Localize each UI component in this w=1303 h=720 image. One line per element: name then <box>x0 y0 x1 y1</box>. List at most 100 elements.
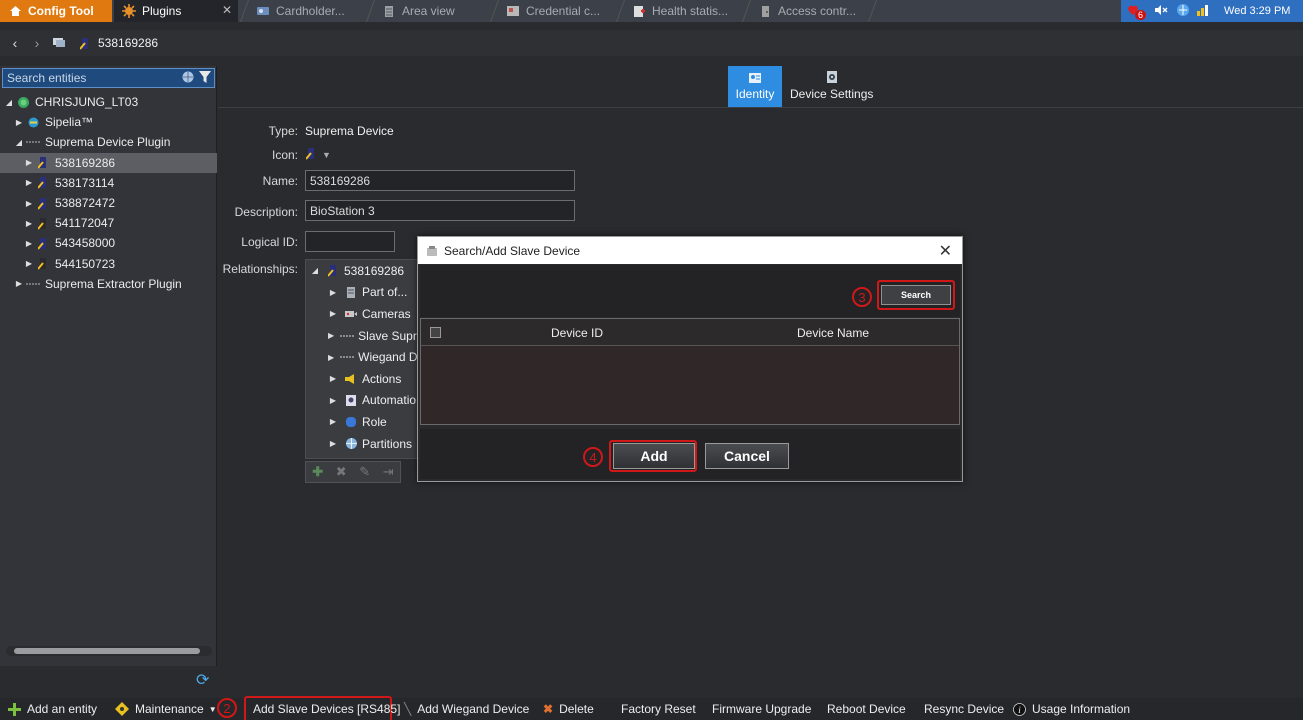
expanded-arrow-icon[interactable]: ◢ <box>310 266 320 275</box>
tab-config-tool[interactable]: Config Tool <box>0 0 112 22</box>
description-field[interactable]: BioStation 3 <box>305 200 575 221</box>
search-add-slave-dialog: Search/Add Slave Device ✕ Search 3 Devic… <box>417 236 963 482</box>
delete-icon[interactable]: ✖ <box>336 464 347 480</box>
edit-icon[interactable]: ✎ <box>359 464 370 480</box>
close-icon[interactable]: ✕ <box>939 241 952 261</box>
relationship-item[interactable]: ▶ Partitions <box>306 433 417 455</box>
logical-id-field[interactable] <box>305 231 395 252</box>
button-label: Factory Reset <box>621 702 696 716</box>
collapsed-arrow-icon[interactable]: ▶ <box>24 259 34 268</box>
tree-item-device[interactable]: ▶ 544150723 <box>0 254 217 274</box>
add-slave-devices-button[interactable]: Add Slave Devices [RS485] <box>253 702 400 716</box>
dialog-title-bar: Search/Add Slave Device ✕ <box>418 237 962 264</box>
dropdown-arrow-icon[interactable]: ▼ <box>322 150 331 160</box>
select-all-checkbox[interactable] <box>430 327 441 338</box>
add-wiegand-device-button[interactable]: ╲ Add Wiegand Device <box>404 702 529 716</box>
reboot-device-button[interactable]: Reboot Device <box>827 702 906 716</box>
volume-muted-icon[interactable] <box>1154 4 1168 19</box>
breadcrumb[interactable]: 538169286 <box>80 36 158 50</box>
delete-button[interactable]: ✖ Delete <box>543 702 594 716</box>
collapsed-arrow-icon[interactable]: ▶ <box>24 158 34 167</box>
collapsed-arrow-icon[interactable]: ▶ <box>328 331 334 340</box>
filter-icon[interactable] <box>199 70 211 87</box>
collapsed-arrow-icon[interactable]: ▶ <box>328 374 338 383</box>
horizontal-scrollbar[interactable] <box>6 646 212 656</box>
tree-item-root[interactable]: ◢ CHRISJUNG_LT03 <box>0 92 217 112</box>
column-device-name[interactable]: Device Name <box>797 326 869 340</box>
firmware-upgrade-button[interactable]: Firmware Upgrade <box>712 702 811 716</box>
tab-device-settings[interactable]: Device Settings <box>782 66 881 107</box>
collapsed-arrow-icon[interactable]: ▶ <box>328 396 338 405</box>
cancel-button[interactable]: Cancel <box>705 443 789 469</box>
collapsed-arrow-icon[interactable]: ▶ <box>328 353 334 362</box>
search-placeholder: Search entities <box>7 71 87 85</box>
relationship-item[interactable]: ▶ Part of... <box>306 282 417 304</box>
tree-item-device[interactable]: ▶ 543458000 <box>0 233 217 253</box>
refresh-icon[interactable]: ⟳ <box>196 670 209 690</box>
signal-icon[interactable] <box>1196 4 1210 19</box>
collapsed-arrow-icon[interactable]: ▶ <box>24 219 34 228</box>
collapsed-arrow-icon[interactable]: ▶ <box>24 178 34 187</box>
server-globe-icon <box>16 95 30 109</box>
collapsed-arrow-icon[interactable]: ▶ <box>24 239 34 248</box>
relationship-root[interactable]: ◢ 538169286 <box>306 260 417 282</box>
relationship-label: Slave Supre <box>358 328 418 343</box>
tab-area-view[interactable]: Area view <box>374 0 490 22</box>
slave-device-icon <box>340 329 355 343</box>
tree-item-suprema-extractor-plugin[interactable]: ▶ Suprema Extractor Plugin <box>0 274 217 294</box>
maintenance-menu[interactable]: Maintenance ▼ <box>115 702 217 716</box>
device-icon <box>36 176 50 190</box>
collapsed-arrow-icon[interactable]: ▶ <box>328 288 338 297</box>
tab-plugins[interactable]: Plugins ✕ <box>114 0 238 22</box>
back-arrow-icon[interactable]: ‹ <box>4 35 26 51</box>
tab-credential[interactable]: Credential c... <box>498 0 616 22</box>
add-entity-button[interactable]: Add an entity <box>8 702 97 716</box>
globe-search-icon[interactable] <box>181 70 195 87</box>
close-icon[interactable]: ✕ <box>222 3 232 17</box>
expanded-arrow-icon[interactable]: ◢ <box>14 138 24 147</box>
tab-access-control[interactable]: Access contr... <box>750 0 868 22</box>
name-field[interactable]: 538169286 <box>305 170 575 191</box>
relationship-item[interactable]: ▶ Wiegand D <box>306 346 417 368</box>
tree-item-device[interactable]: ▶ 538173114 <box>0 173 217 193</box>
relationship-item[interactable]: ▶ Cameras <box>306 303 417 325</box>
scrollbar-thumb[interactable] <box>14 648 200 654</box>
collapsed-arrow-icon[interactable]: ▶ <box>14 118 24 127</box>
column-device-id[interactable]: Device ID <box>551 326 603 340</box>
entity-browser: Search entities ◢ CHRISJUNG_LT03 ▶ Sipel… <box>0 66 217 666</box>
search-entities-input[interactable]: Search entities <box>2 68 215 88</box>
relationship-item[interactable]: ▶ Automatio <box>306 390 417 412</box>
tree-item-label: 544150723 <box>55 256 116 271</box>
relationship-item[interactable]: ▶ Role <box>306 411 417 433</box>
access-control-icon <box>758 4 772 18</box>
tree-item-label: 538173114 <box>55 175 115 190</box>
forward-arrow-icon[interactable]: › <box>26 35 48 51</box>
history-icon[interactable] <box>48 35 70 51</box>
tree-item-device[interactable]: ▶ 538872472 <box>0 193 217 213</box>
link-icon[interactable]: ⇥ <box>383 464 394 480</box>
tree-item-sipelia[interactable]: ▶ Sipelia™ <box>0 112 217 132</box>
resync-device-button[interactable]: Resync Device <box>924 702 1004 716</box>
collapsed-arrow-icon[interactable]: ▶ <box>24 199 34 208</box>
clock[interactable]: Wed 3:29 PM <box>1224 5 1290 17</box>
expanded-arrow-icon[interactable]: ◢ <box>4 98 14 107</box>
collapsed-arrow-icon[interactable]: ▶ <box>14 279 24 288</box>
factory-reset-button[interactable]: Factory Reset <box>621 702 696 716</box>
usage-information-button[interactable]: i Usage Information <box>1013 702 1130 716</box>
tree-item-device[interactable]: ▶ 538169286 <box>0 152 217 173</box>
tree-item-suprema-device-plugin[interactable]: ◢ Suprema Device Plugin <box>0 132 217 152</box>
collapsed-arrow-icon[interactable]: ▶ <box>328 309 338 318</box>
device-icon <box>36 257 50 271</box>
collapsed-arrow-icon[interactable]: ▶ <box>328 439 338 448</box>
collapsed-arrow-icon[interactable]: ▶ <box>328 417 338 426</box>
tab-health[interactable]: Health statis... <box>624 0 742 22</box>
icon-picker[interactable]: ▼ <box>305 147 331 163</box>
network-icon[interactable] <box>1176 3 1190 20</box>
relationship-item[interactable]: ▶ Actions <box>306 368 417 390</box>
description-label: Description: <box>234 205 298 219</box>
add-icon[interactable]: ✚ <box>312 464 323 480</box>
tab-cardholder[interactable]: Cardholder... <box>248 0 366 22</box>
relationship-item[interactable]: ▶ Slave Supre <box>306 325 417 347</box>
tab-identity[interactable]: Identity <box>728 66 782 107</box>
tree-item-device[interactable]: ▶ 541172047 <box>0 213 217 233</box>
